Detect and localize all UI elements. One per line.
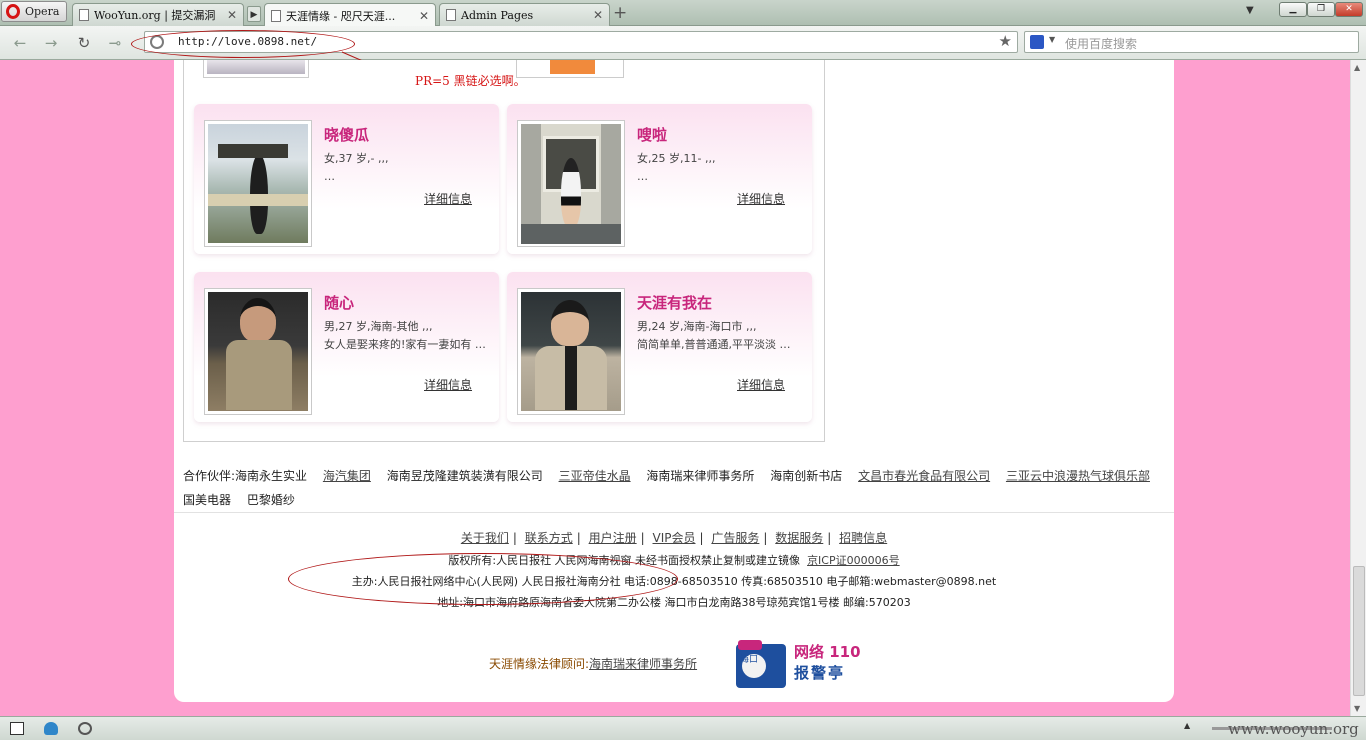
scroll-down-icon[interactable]: ▼	[1354, 704, 1360, 713]
minimize-icon[interactable]: ▁	[1279, 2, 1307, 17]
legal-link[interactable]: 海南瑞来律师事务所	[589, 657, 697, 671]
footer-link-contact[interactable]: 联系方式	[525, 531, 573, 545]
panel-toggle-icon[interactable]	[10, 722, 24, 735]
partial-photo	[516, 60, 624, 78]
footer-link-jobs[interactable]: 招聘信息	[839, 531, 887, 545]
annotation-ellipse	[288, 553, 678, 605]
partial-photo	[203, 60, 309, 78]
footer-nav: 关于我们 | 联系方式 | 用户注册 | VIP会员 | 广告服务 | 数据服务 | 招聘信…	[460, 531, 888, 545]
partner-link[interactable]: 三亚云中浪漫热气球俱乐部	[1006, 469, 1150, 483]
partner-link[interactable]: 海南昱茂隆建筑装潢有限公司	[387, 469, 543, 483]
detail-link[interactable]: 详细信息	[424, 376, 472, 393]
member-info: 女,25 岁,11- ,,,	[637, 152, 716, 165]
tab-bar: Opera WooYun.org | 提交漏洞 ✕ ▶ 天涯情缘 - 咫尺天涯.…	[0, 0, 1366, 27]
tab-menu-arrow-icon[interactable]: ▼	[1246, 5, 1254, 16]
close-icon[interactable]: ✕	[227, 8, 237, 22]
police-badge-text: 海口	[740, 653, 758, 665]
member-card: 天涯有我在 男,24 岁,海南-海口市 ,,, 简简单单,普普通通,平平淡淡 ……	[507, 272, 812, 422]
annotation-text: PR=5 黑链必选啊。	[415, 74, 526, 88]
member-photo[interactable]	[204, 288, 312, 415]
footer-link-ads[interactable]: 广告服务	[711, 531, 759, 545]
tab-admin-pages[interactable]: Admin Pages ✕	[439, 3, 610, 26]
opera-menu-label: Opera	[25, 5, 60, 18]
footer-link-register[interactable]: 用户注册	[589, 531, 637, 545]
member-info: 男,24 岁,海南-海口市 ,,,	[637, 320, 757, 333]
scroll-up-icon[interactable]: ▲	[1354, 63, 1360, 72]
icp-link[interactable]: 京ICP证000006号	[807, 554, 900, 567]
close-icon[interactable]: ✕	[593, 8, 603, 22]
police-line-2[interactable]: 报警亭	[794, 662, 845, 683]
member-desc: 女人是娶来疼的!家有一妻如有 …	[324, 338, 486, 351]
tab-scroll-arrow-icon[interactable]: ▶	[247, 6, 261, 22]
reload-icon[interactable]: ↻	[75, 34, 93, 52]
baidu-paw-icon	[1030, 35, 1044, 49]
tab-love-0898[interactable]: 天涯情缘 - 咫尺天涯... ✕	[264, 3, 436, 27]
member-photo[interactable]	[517, 288, 625, 415]
member-card: 随心 男,27 岁,海南-其他 ,,, 女人是娶来疼的!家有一妻如有 … 详细信…	[194, 272, 499, 422]
member-desc: 简简单单,普普通通,平平淡淡 …	[637, 338, 791, 351]
member-photo[interactable]	[517, 120, 625, 247]
member-name[interactable]: 天涯有我在	[637, 292, 712, 313]
member-card: 嗖啦 女,25 岁,11- ,,, … 详细信息	[507, 104, 812, 254]
member-info: 男,27 岁,海南-其他 ,,,	[324, 320, 433, 333]
member-name[interactable]: 随心	[324, 292, 354, 313]
member-photo[interactable]	[204, 120, 312, 247]
tab-label: WooYun.org | 提交漏洞	[94, 9, 216, 22]
page-icon	[79, 9, 89, 21]
police-110-icon[interactable]: 海口	[732, 632, 790, 690]
bookmark-star-icon[interactable]: ★	[999, 32, 1012, 50]
detail-link[interactable]: 详细信息	[424, 190, 472, 207]
opera-menu-button[interactable]: Opera	[1, 1, 67, 22]
annotation-ellipse	[131, 30, 355, 58]
partner-link[interactable]: 海南瑞来律师事务所	[646, 469, 754, 483]
vertical-scrollbar[interactable]: ▲ ▼	[1350, 60, 1366, 716]
member-name[interactable]: 嗖啦	[637, 124, 667, 145]
tab-wooyun[interactable]: WooYun.org | 提交漏洞 ✕	[72, 3, 244, 26]
unite-cloud-icon[interactable]	[44, 722, 58, 735]
member-desc: …	[637, 170, 648, 183]
partner-link[interactable]: 巴黎婚纱	[247, 493, 295, 507]
partner-link[interactable]: 海汽集团	[323, 469, 371, 483]
maximize-icon[interactable]: ❐	[1307, 2, 1335, 17]
partner-link[interactable]: 三亚帝佳水晶	[559, 469, 631, 483]
footer-link-about[interactable]: 关于我们	[461, 531, 509, 545]
new-tab-plus-icon[interactable]: +	[613, 3, 627, 23]
partner-link[interactable]: 海南创新书店	[770, 469, 842, 483]
watermark: www.wooyun.org	[1228, 720, 1359, 738]
search-field[interactable]: ▼ 使用百度搜索	[1024, 31, 1359, 53]
member-name[interactable]: 晓傻瓜	[324, 124, 369, 145]
turbo-icon[interactable]	[78, 722, 92, 735]
search-engine-dropdown-icon[interactable]: ▼	[1049, 35, 1055, 44]
partner-link[interactable]: 文昌市春光食品有限公司	[858, 469, 990, 483]
close-icon[interactable]: ✕	[419, 9, 429, 23]
member-info: 女,37 岁,- ,,,	[324, 152, 389, 165]
search-placeholder[interactable]: 使用百度搜索	[1065, 35, 1137, 52]
key-icon[interactable]: ⊸	[106, 34, 124, 52]
page-icon	[446, 9, 456, 21]
member-desc: …	[324, 170, 335, 183]
zoom-up-icon[interactable]: ▲	[1184, 721, 1198, 734]
legal-advisor: 天涯情缘法律顾问:海南瑞来律师事务所	[489, 655, 697, 672]
divider	[174, 512, 1174, 513]
detail-link[interactable]: 详细信息	[737, 190, 785, 207]
address-line: 地址:海口市海府路原海南省委大院第二办公楼 海口市白龙南路38号琼苑宾馆1号楼 …	[437, 596, 911, 609]
legal-label: 天涯情缘法律顾问:	[489, 657, 590, 671]
partners-label: 合作伙伴:海南永生实业	[183, 469, 308, 483]
tab-label: Admin Pages	[461, 8, 534, 22]
opera-logo-icon	[6, 4, 20, 19]
detail-link[interactable]: 详细信息	[737, 376, 785, 393]
partner-link[interactable]: 国美电器	[183, 493, 231, 507]
scroll-thumb[interactable]	[1353, 566, 1365, 696]
forward-icon[interactable]: →	[42, 34, 60, 52]
member-card: 晓傻瓜 女,37 岁,- ,,, … 详细信息	[194, 104, 499, 254]
page-icon	[271, 9, 281, 22]
close-window-icon[interactable]: ✕	[1335, 2, 1363, 17]
police-line-1[interactable]: 网络 110	[794, 641, 861, 662]
partners-list: 合作伙伴:海南永生实业 海汽集团 海南昱茂隆建筑装潢有限公司 三亚帝佳水晶 海南…	[183, 464, 1163, 512]
status-bar: ▲	[0, 716, 1366, 740]
footer-link-data[interactable]: 数据服务	[775, 531, 823, 545]
back-icon[interactable]: ←	[11, 34, 29, 52]
footer-link-vip[interactable]: VIP会员	[653, 531, 696, 545]
tab-label: 天涯情缘 - 咫尺天涯...	[286, 9, 396, 23]
